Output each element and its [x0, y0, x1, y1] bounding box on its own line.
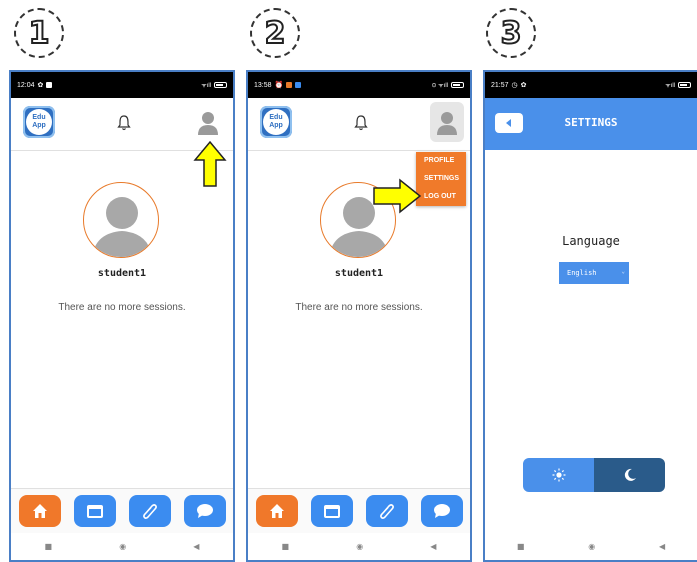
dark-theme-button[interactable] [594, 458, 665, 492]
highlight-arrow-right [373, 178, 422, 214]
step-number-2: 2 [250, 8, 300, 58]
user-icon [437, 112, 457, 135]
profile-button[interactable] [430, 102, 464, 142]
empty-sessions-message: There are no more sessions. [295, 302, 423, 313]
menu-item-profile[interactable]: PROFILE [416, 152, 466, 170]
user-icon [198, 112, 218, 135]
status-bar: 21:57 ◷ ✿ ᯤıll [485, 72, 697, 98]
app-logo[interactable]: Edu App [23, 106, 55, 138]
paperclip-icon [143, 504, 157, 519]
back-system-button[interactable]: ◀ [193, 542, 199, 551]
bell-icon[interactable] [353, 114, 369, 132]
recent-apps-button[interactable]: ■ [45, 542, 53, 551]
menu-item-logout[interactable]: LOG OUT [416, 188, 466, 206]
profile-dropdown-menu: PROFILE SETTINGS LOG OUT [416, 152, 466, 206]
bottom-nav [11, 488, 233, 533]
sun-icon [552, 468, 565, 482]
status-time: 21:57 [491, 81, 509, 89]
home-icon [33, 504, 47, 518]
step-number-3: 3 [486, 8, 536, 58]
status-icons: ⊙ ᯤıll [431, 81, 464, 89]
light-theme-button[interactable] [523, 458, 594, 492]
bell-icon[interactable] [116, 114, 132, 132]
menu-item-settings[interactable]: SETTINGS [416, 170, 466, 188]
avatar [83, 182, 159, 258]
nav-home-button[interactable] [256, 495, 298, 527]
paperclip-icon [380, 504, 394, 519]
status-icons: ᯤıll [201, 81, 227, 89]
status-bar: 13:58 ⏰ ⊙ ᯤıll [248, 72, 470, 98]
phone-screen-3: 21:57 ◷ ✿ ᯤıll SETTINGS Language English… [483, 70, 697, 562]
recent-apps-button[interactable]: ■ [282, 542, 290, 551]
empty-sessions-message: There are no more sessions. [58, 302, 186, 313]
status-time: 13:58 [254, 81, 272, 89]
bottom-nav [248, 488, 470, 533]
language-select[interactable]: English ⌄ [559, 262, 629, 284]
username: student1 [97, 268, 147, 279]
nav-attachment-button[interactable] [129, 495, 171, 527]
home-system-button[interactable]: ◉ [588, 542, 595, 551]
language-value: English [567, 269, 597, 277]
highlight-arrow-up [193, 140, 227, 187]
username: student1 [334, 268, 384, 279]
nav-home-button[interactable] [19, 495, 61, 527]
recent-apps-button[interactable]: ■ [517, 542, 525, 551]
nav-chat-button[interactable] [184, 495, 226, 527]
back-system-button[interactable]: ◀ [430, 542, 436, 551]
step-number-1: 1 [14, 8, 64, 58]
system-nav-bar: ■ ◉ ◀ [11, 536, 233, 556]
profile-button[interactable] [193, 106, 223, 138]
system-nav-bar: ■ ◉ ◀ [248, 536, 470, 556]
phone-screen-1: 12:04 ✿ ᯤıll Edu App student1 There are … [9, 70, 235, 562]
system-nav-bar: ■ ◉ ◀ [485, 536, 697, 556]
app-logo[interactable]: Edu App [260, 106, 292, 138]
battery-icon [678, 82, 691, 88]
chevron-down-icon: ⌄ [621, 268, 625, 275]
phone-screen-2: 13:58 ⏰ ⊙ ᯤıll Edu App student1 There ar… [246, 70, 472, 562]
app-bar: Edu App [248, 98, 470, 151]
settings-header: SETTINGS [485, 98, 697, 150]
calendar-icon [87, 505, 103, 518]
moon-icon [624, 468, 636, 481]
home-system-button[interactable]: ◉ [356, 542, 363, 551]
nav-attachment-button[interactable] [366, 495, 408, 527]
theme-toggle [523, 458, 665, 492]
language-label: Language [562, 234, 620, 248]
chat-icon [197, 504, 213, 518]
nav-calendar-button[interactable] [74, 495, 116, 527]
battery-icon [451, 82, 464, 88]
status-time: 12:04 [17, 81, 35, 89]
home-icon [270, 504, 284, 518]
status-icons: ᯤıll [665, 81, 691, 89]
nav-calendar-button[interactable] [311, 495, 353, 527]
battery-icon [214, 82, 227, 88]
chat-icon [434, 504, 450, 518]
status-bar: 12:04 ✿ ᯤıll [11, 72, 233, 98]
home-system-button[interactable]: ◉ [119, 542, 126, 551]
back-system-button[interactable]: ◀ [659, 542, 665, 551]
nav-chat-button[interactable] [421, 495, 463, 527]
page-title: SETTINGS [564, 116, 618, 129]
calendar-icon [324, 505, 340, 518]
